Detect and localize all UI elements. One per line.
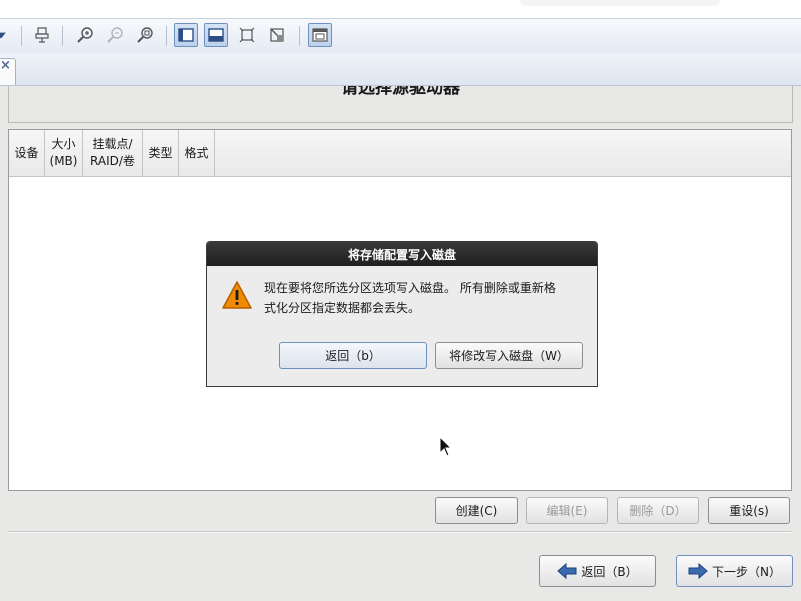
tab-bar: ×: [0, 53, 801, 86]
edit-button[interactable]: 编辑(E): [526, 497, 608, 524]
panel-bottom-icon[interactable]: [204, 23, 228, 47]
toolbar-separator: [21, 26, 22, 46]
warning-icon: [222, 281, 252, 309]
dialog-title: 将存储配置写入磁盘: [207, 242, 597, 266]
next-button-label: 下一步（N）: [712, 564, 781, 579]
column-header-format[interactable]: 格式: [179, 130, 215, 176]
window-icon[interactable]: [308, 23, 332, 47]
toolbar-separator: [62, 26, 63, 46]
zoom-out-icon[interactable]: [103, 23, 127, 47]
back-button[interactable]: 返回（B）: [539, 555, 656, 587]
toolbar-separator: [166, 26, 167, 46]
dialog-message-line: 现在要将您所选分区选项写入磁盘。 所有删除或重新格: [264, 281, 556, 295]
next-button[interactable]: 下一步（N）: [676, 555, 793, 587]
title-frame: 请选择源驱动器: [8, 86, 793, 123]
menu-dropdown-icon[interactable]: [0, 23, 8, 47]
dialog-message: 现在要将您所选分区选项写入磁盘。 所有删除或重新格 式化分区指定数据都会丢失。: [264, 278, 594, 318]
dialog-message-line: 式化分区指定数据都会丢失。: [264, 301, 421, 315]
arrow-left-icon: [557, 562, 577, 580]
column-header-type[interactable]: 类型: [143, 130, 179, 176]
viewer-toolbar: [0, 18, 801, 54]
column-header-mount[interactable]: 挂载点/ RAID/卷: [83, 130, 143, 176]
arrow-right-icon: [688, 562, 708, 580]
usb-device-icon[interactable]: [30, 23, 54, 47]
column-header-device[interactable]: 设备: [9, 130, 45, 176]
fullscreen-icon[interactable]: [235, 23, 259, 47]
dialog-back-button[interactable]: 返回（b）: [279, 342, 427, 369]
mouse-cursor-icon: [439, 436, 453, 457]
fullscreen-off-icon[interactable]: [265, 23, 289, 47]
create-button[interactable]: 创建(C): [435, 497, 518, 524]
reset-button[interactable]: 重设(s): [708, 497, 790, 524]
top-tab-shape: [520, 0, 720, 6]
table-header: 设备 大小 (MB) 挂载点/ RAID/卷 类型 格式: [9, 130, 791, 177]
top-panel: [0, 0, 801, 18]
zoom-in-icon[interactable]: [73, 23, 97, 47]
dialog-write-button[interactable]: 将修改写入磁盘（W）: [435, 342, 583, 369]
bottom-divider: [8, 531, 791, 533]
page-title: 请选择源驱动器: [341, 86, 460, 98]
toolbar-separator: [299, 26, 300, 46]
tab-close-icon[interactable]: ×: [0, 58, 11, 73]
delete-button[interactable]: 删除（D）: [617, 497, 699, 524]
write-to-disk-dialog: 将存储配置写入磁盘 现在要将您所选分区选项写入磁盘。 所有删除或重新格 式化分区…: [206, 241, 598, 387]
column-header-size[interactable]: 大小 (MB): [45, 130, 83, 176]
back-button-label: 返回（B）: [581, 564, 638, 579]
zoom-fit-icon[interactable]: [133, 23, 157, 47]
sidebar-left-icon[interactable]: [174, 23, 198, 47]
